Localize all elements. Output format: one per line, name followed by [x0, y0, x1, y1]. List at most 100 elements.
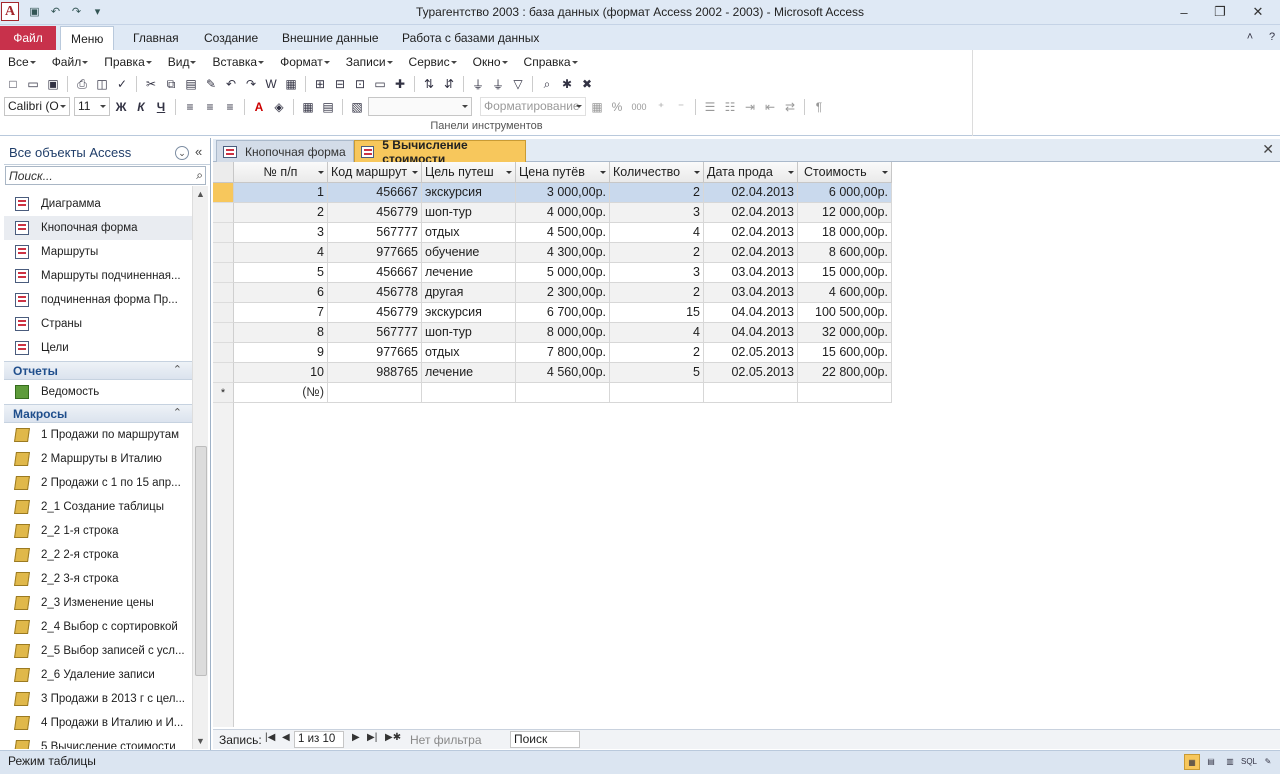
collapse-pane-icon[interactable]: «: [195, 144, 202, 159]
save-icon[interactable]: ▣: [44, 75, 62, 93]
filter-selection-icon[interactable]: ⏚: [469, 75, 487, 93]
nav-scrollbar[interactable]: ▲ ▼: [192, 186, 208, 749]
table-cell[interactable]: 8 000,00р.: [516, 323, 610, 343]
record-selector[interactable]: [213, 203, 234, 223]
table-cell[interactable]: 12 000,00р.: [798, 203, 892, 223]
table-cell[interactable]: 6 700,00р.: [516, 303, 610, 323]
open-icon[interactable]: ▭: [24, 75, 42, 93]
table-cell[interactable]: 9: [234, 343, 328, 363]
insert-icon[interactable]: ✚: [391, 75, 409, 93]
font-size-combo[interactable]: 11: [74, 97, 110, 116]
table-cell[interactable]: отдых: [422, 343, 516, 363]
sort-ascending-icon[interactable]: ⇅: [420, 75, 438, 93]
record-search-input[interactable]: Поиск: [510, 731, 580, 748]
decrease-decimal-icon[interactable]: ⁻: [672, 98, 690, 116]
chevron-down-icon[interactable]: [882, 171, 888, 177]
redo-icon[interactable]: ↷: [242, 75, 260, 93]
column-header[interactable]: Дата прода: [704, 162, 798, 183]
align-left-icon[interactable]: ≡: [181, 98, 199, 116]
italic-button[interactable]: К: [132, 98, 150, 116]
formatting-combo[interactable]: Форматирование: [480, 97, 586, 116]
nav-form-item[interactable]: подчиненная форма Пр...: [4, 288, 192, 312]
table-row[interactable]: 4 977665 обучение 4 300,00р. 2 02.04.2013 8 60…: [213, 243, 893, 263]
chevron-up-icon[interactable]: ⌃: [173, 406, 182, 419]
minimize-ribbon-icon[interactable]: ˄: [1242, 29, 1258, 45]
nav-macro-item[interactable]: 3 Продажи в 2013 г с цел...: [4, 687, 192, 711]
table-cell[interactable]: 4 500,00р.: [516, 223, 610, 243]
table-cell[interactable]: 03.04.2013: [704, 263, 798, 283]
table-cell[interactable]: 04.04.2013: [704, 323, 798, 343]
preview-icon[interactable]: ◫: [93, 75, 111, 93]
table-cell[interactable]: 2: [610, 183, 704, 203]
table-cell[interactable]: 15 000,00р.: [798, 263, 892, 283]
font-name-combo[interactable]: Calibri (О: [4, 97, 70, 116]
nav-form-item[interactable]: Страны: [4, 312, 192, 336]
table-cell[interactable]: шоп-тур: [422, 323, 516, 343]
fill-color-icon[interactable]: ◈: [270, 98, 288, 116]
table-cell[interactable]: 18 000,00р.: [798, 223, 892, 243]
table-cell[interactable]: 4: [234, 243, 328, 263]
table-cell[interactable]: 2: [234, 203, 328, 223]
chevron-down-icon[interactable]: [506, 171, 512, 177]
print-icon[interactable]: ⎙: [73, 75, 91, 93]
nav-macro-item[interactable]: 4 Продажи в Италию и И...: [4, 711, 192, 735]
pivot-chart-icon[interactable]: ▥: [1222, 754, 1238, 770]
conditional-format-icon[interactable]: ▦: [588, 98, 606, 116]
help-icon[interactable]: ?: [1264, 29, 1280, 45]
nav-macro-item[interactable]: 2_6 Удаление записи: [4, 663, 192, 687]
chevron-down-icon[interactable]: [412, 171, 418, 177]
chevron-down-icon[interactable]: [318, 171, 324, 177]
table-cell[interactable]: экскурсия: [422, 303, 516, 323]
table-cell[interactable]: 02.05.2013: [704, 363, 798, 383]
chevron-down-icon[interactable]: [600, 171, 606, 177]
table-row[interactable]: 7 456779 экскурсия 6 700,00р. 15 04.04.2013 10…: [213, 303, 893, 323]
table-cell[interactable]: 5: [234, 263, 328, 283]
tab-menu[interactable]: Меню: [60, 26, 115, 51]
tab-home[interactable]: Главная: [123, 26, 189, 50]
table-cell[interactable]: 456778: [328, 283, 422, 303]
table-cell[interactable]: 977665: [328, 243, 422, 263]
column-header[interactable]: Код маршрут: [328, 162, 422, 183]
nav-macro-item[interactable]: 2_4 Выбор с сортировкой: [4, 615, 192, 639]
paste-icon[interactable]: ▤: [182, 75, 200, 93]
percent-icon[interactable]: %: [608, 98, 626, 116]
table-row[interactable]: 8 567777 шоп-тур 8 000,00р. 4 04.04.2013 32 00…: [213, 323, 893, 343]
table-row[interactable]: 2 456779 шоп-тур 4 000,00р. 3 02.04.2013 12 00…: [213, 203, 893, 223]
table-cell[interactable]: 22 800,00р.: [798, 363, 892, 383]
apply-filter-icon[interactable]: ▽: [509, 75, 527, 93]
analyze-icon[interactable]: ▦: [282, 75, 300, 93]
table-cell[interactable]: 4 300,00р.: [516, 243, 610, 263]
table-row[interactable]: 3 567777 отдых 4 500,00р. 4 02.04.2013 18 000,…: [213, 223, 893, 243]
indent-icon[interactable]: ⇥: [741, 98, 759, 116]
table-row[interactable]: 5 456667 лечение 5 000,00р. 3 03.04.2013 15 00…: [213, 263, 893, 283]
datasheet-view-icon[interactable]: ▦: [1184, 754, 1200, 770]
sort-descending-icon[interactable]: ⇵: [440, 75, 458, 93]
table-cell[interactable]: 977665: [328, 343, 422, 363]
menu-insert[interactable]: Вставка: [208, 54, 266, 71]
table-cell[interactable]: лечение: [422, 263, 516, 283]
tab-cost-query[interactable]: 5 Вычисление стоимости: [354, 138, 526, 166]
table-cell[interactable]: 456779: [328, 203, 422, 223]
table-cell[interactable]: обучение: [422, 243, 516, 263]
tab-switchboard-form[interactable]: Кнопочная форма: [216, 140, 354, 162]
tab-database-tools[interactable]: Работа с базами данных: [392, 26, 549, 50]
table-cell[interactable]: 567777: [328, 223, 422, 243]
align-right-icon[interactable]: ≡: [221, 98, 239, 116]
column-header[interactable]: Цена путёв: [516, 162, 610, 183]
scroll-up-icon[interactable]: ▲: [196, 189, 205, 199]
record-selector[interactable]: [213, 363, 234, 383]
menu-edit[interactable]: Правка: [100, 54, 154, 71]
chevron-up-icon[interactable]: ⌃: [173, 363, 182, 376]
table-cell[interactable]: 32 000,00р.: [798, 323, 892, 343]
section-macros[interactable]: Макросы ⌃: [4, 404, 192, 423]
special-effect-icon[interactable]: ▤: [319, 98, 337, 116]
table-cell[interactable]: 2: [610, 343, 704, 363]
gridlines-icon[interactable]: ▦: [299, 98, 317, 116]
record-selector[interactable]: [213, 243, 234, 263]
table-cell[interactable]: другая: [422, 283, 516, 303]
object-combo[interactable]: [368, 97, 472, 116]
table-cell[interactable]: 8: [234, 323, 328, 343]
record-selector[interactable]: [213, 183, 234, 203]
delete-record-icon[interactable]: ✖: [578, 75, 596, 93]
table-cell[interactable]: 4: [610, 323, 704, 343]
